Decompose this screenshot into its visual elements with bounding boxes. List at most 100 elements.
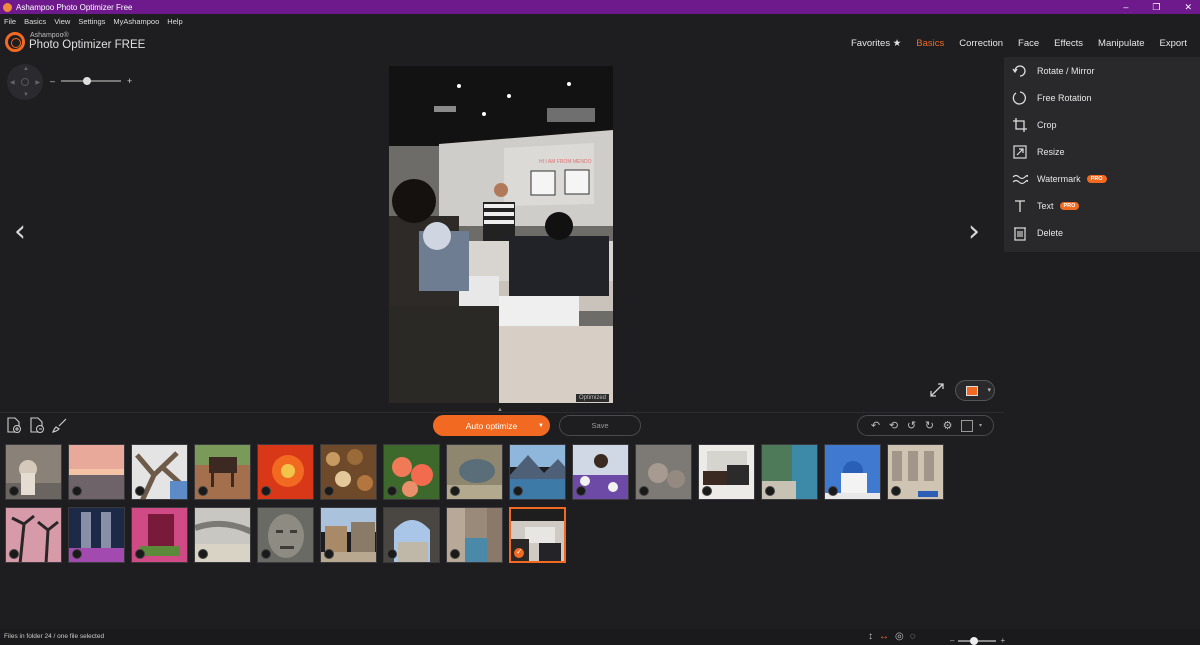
undo-icon[interactable]: ↶ xyxy=(868,418,883,433)
tab-favorites[interactable]: Favorites ★ xyxy=(851,38,901,49)
save-button[interactable]: Save xyxy=(559,415,641,436)
background-color-icon[interactable] xyxy=(961,419,973,432)
zoom-slider[interactable] xyxy=(61,77,122,85)
select-checkbox[interactable] xyxy=(72,486,82,496)
pan-navigator[interactable]: ▲ ▼ ◀ ▶ xyxy=(7,64,43,100)
tab-export[interactable]: Export xyxy=(1160,38,1187,49)
select-checkbox[interactable] xyxy=(702,486,712,496)
select-checkbox[interactable] xyxy=(72,549,82,559)
gear-icon[interactable]: ⚙ xyxy=(940,418,955,433)
brush-icon[interactable] xyxy=(51,417,68,434)
thumbnail-sunset[interactable] xyxy=(68,444,125,500)
add-folder-file-icon[interactable] xyxy=(28,417,45,434)
thumbnail-classroom[interactable] xyxy=(509,507,566,563)
chevron-down-icon[interactable]: ▼ xyxy=(538,423,544,429)
zoom-slider-thumb[interactable] xyxy=(83,77,92,85)
rotate-left-icon[interactable]: ↺ xyxy=(904,418,919,433)
tool-rotate-mirror[interactable]: Rotate / Mirror xyxy=(1004,58,1200,84)
tab-basics[interactable]: Basics xyxy=(916,38,944,49)
thumbnail-size-increase[interactable]: + xyxy=(1000,636,1005,645)
thumbnail-flower[interactable] xyxy=(257,444,314,500)
select-checkbox[interactable] xyxy=(639,486,649,496)
thumbnail-tower[interactable] xyxy=(68,507,125,563)
thumbnail-lake[interactable] xyxy=(509,444,566,500)
select-checkbox[interactable] xyxy=(765,486,775,496)
select-checkbox[interactable] xyxy=(261,486,271,496)
select-checkbox[interactable] xyxy=(9,486,19,496)
select-checkbox[interactable] xyxy=(576,486,586,496)
thumbnail-stone-face[interactable] xyxy=(257,507,314,563)
close-button[interactable]: ✕ xyxy=(1184,2,1192,13)
menu-help[interactable]: Help xyxy=(167,17,182,26)
tool-crop[interactable]: Crop xyxy=(1004,112,1200,138)
select-checkbox[interactable] xyxy=(198,549,208,559)
select-checkbox[interactable] xyxy=(387,549,397,559)
horizontal-layout-icon[interactable]: ↔ xyxy=(879,631,889,642)
thumbnail-girl-flowers[interactable] xyxy=(572,444,629,500)
menu-myashampoo[interactable]: MyAshampoo xyxy=(113,17,159,26)
thumbnail-rocks[interactable] xyxy=(446,444,503,500)
thumbnail-pink-door[interactable] xyxy=(131,507,188,563)
select-checkbox[interactable] xyxy=(514,547,524,558)
menu-settings[interactable]: Settings xyxy=(78,17,105,26)
rotate-right-icon[interactable]: ↻ xyxy=(922,418,937,433)
undo-all-icon[interactable]: ⟲ xyxy=(886,418,901,433)
thumbnail-size-thumb[interactable] xyxy=(970,636,979,645)
add-file-icon[interactable] xyxy=(5,417,22,434)
thumbnail-beach[interactable] xyxy=(194,507,251,563)
thumbnail-church[interactable] xyxy=(824,444,881,500)
thumbnail-roses[interactable] xyxy=(383,444,440,500)
tab-effects[interactable]: Effects xyxy=(1054,38,1083,49)
select-checkbox[interactable] xyxy=(891,486,901,496)
select-checkbox[interactable] xyxy=(387,486,397,496)
thumbnail-arch[interactable] xyxy=(383,507,440,563)
thumbnail-coast[interactable] xyxy=(761,444,818,500)
auto-optimize-button[interactable]: Auto optimize ▼ xyxy=(433,415,550,436)
menu-basics[interactable]: Basics xyxy=(24,17,46,26)
compare-view-button[interactable]: ▾ xyxy=(955,380,995,401)
thumbnail-cat[interactable] xyxy=(5,444,62,500)
select-checkbox[interactable] xyxy=(513,486,523,496)
select-checkbox[interactable] xyxy=(324,486,334,496)
thumbnail-canal[interactable] xyxy=(446,507,503,563)
tool-text[interactable]: Text PRO xyxy=(1004,193,1200,219)
menu-view[interactable]: View xyxy=(54,17,70,26)
previous-image-button[interactable]: ‹ xyxy=(14,214,26,249)
tool-watermark[interactable]: Watermark PRO xyxy=(1004,166,1200,192)
select-checkbox[interactable] xyxy=(450,486,460,496)
next-image-button[interactable]: › xyxy=(968,214,980,249)
chevron-down-icon[interactable]: ▾ xyxy=(979,422,982,429)
tab-manipulate[interactable]: Manipulate xyxy=(1098,38,1144,49)
minimize-button[interactable]: – xyxy=(1123,2,1128,12)
tab-face[interactable]: Face xyxy=(1018,38,1039,49)
select-checkbox[interactable] xyxy=(324,549,334,559)
zoom-in-button[interactable]: + xyxy=(127,76,132,86)
compare-icon[interactable]: ◎ xyxy=(895,631,904,642)
zoom-out-button[interactable]: – xyxy=(50,76,55,86)
thumbnail-nuts[interactable] xyxy=(320,444,377,500)
select-checkbox[interactable] xyxy=(261,549,271,559)
select-checkbox[interactable] xyxy=(9,549,19,559)
select-checkbox[interactable] xyxy=(450,549,460,559)
thumbnail-monkeys[interactable] xyxy=(635,444,692,500)
select-checkbox[interactable] xyxy=(135,486,145,496)
thumbnail-horse-carriage[interactable] xyxy=(698,444,755,500)
thumbnail-tree[interactable] xyxy=(131,444,188,500)
loading-icon[interactable]: ◌ xyxy=(910,631,916,642)
tool-resize[interactable]: Resize xyxy=(1004,139,1200,165)
thumbnail-street[interactable] xyxy=(887,444,944,500)
menu-file[interactable]: File xyxy=(4,17,16,26)
thumbnail-village[interactable] xyxy=(320,507,377,563)
tab-correction[interactable]: Correction xyxy=(959,38,1003,49)
select-checkbox[interactable] xyxy=(198,486,208,496)
vertical-layout-icon[interactable]: ↕ xyxy=(868,631,873,642)
tool-free-rotation[interactable]: Free Rotation xyxy=(1004,85,1200,111)
thumbnail-palms[interactable] xyxy=(5,507,62,563)
thumbnail-horses[interactable] xyxy=(194,444,251,500)
tool-delete[interactable]: Delete xyxy=(1004,220,1200,246)
thumbnail-size-decrease[interactable]: – xyxy=(950,636,954,645)
maximize-button[interactable]: ❐ xyxy=(1152,2,1160,13)
select-checkbox[interactable] xyxy=(828,486,838,496)
thumbnail-size-slider[interactable] xyxy=(958,636,997,645)
fullscreen-icon[interactable] xyxy=(929,382,945,398)
